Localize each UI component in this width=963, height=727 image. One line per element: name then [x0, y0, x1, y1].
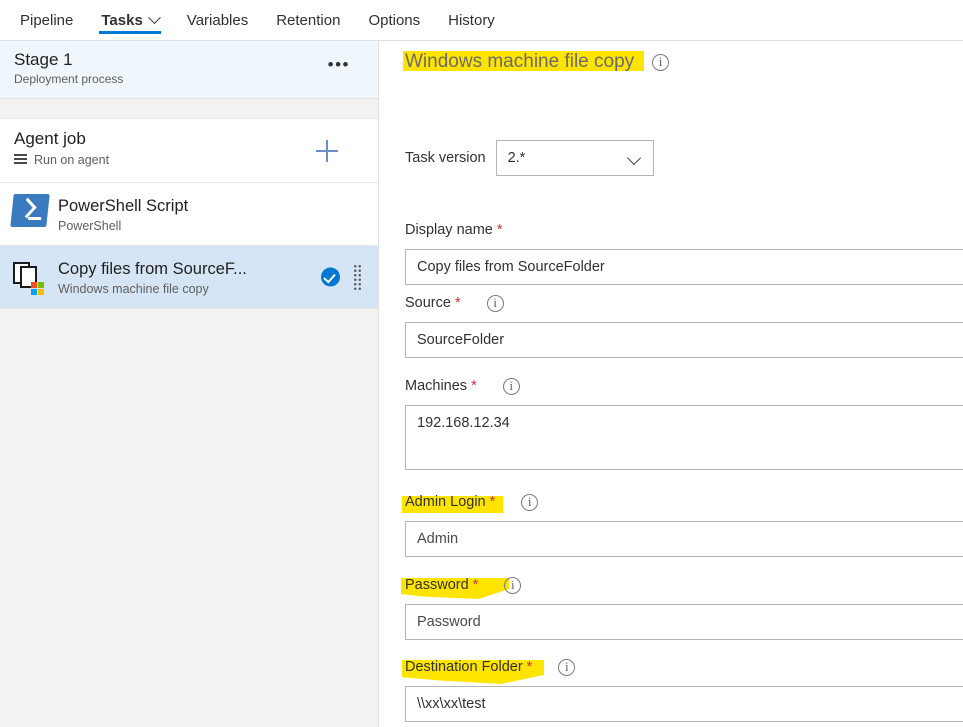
info-icon[interactable] [486, 294, 504, 312]
required-asterisk: * [471, 378, 477, 394]
display-name-input[interactable]: Copy files from SourceFolder [405, 249, 963, 285]
task-enabled-check-icon[interactable] [321, 267, 340, 287]
stage-more-menu-icon[interactable]: ••• [328, 56, 350, 73]
tab-pipeline[interactable]: Pipeline [6, 0, 87, 40]
chevron-down-icon [147, 10, 161, 24]
tab-retention[interactable]: Retention [262, 0, 354, 40]
field-label: Admin Login * [402, 494, 503, 513]
field-label: Display name * [405, 222, 503, 238]
agent-job-subtitle: Run on agent [34, 153, 110, 167]
field-label: Destination Folder * [402, 659, 544, 684]
tab-tasks-label: Tasks [101, 11, 143, 29]
sidebar-spacer [0, 99, 378, 119]
required-asterisk: * [489, 494, 496, 510]
required-asterisk: * [526, 659, 533, 675]
server-icon [14, 154, 27, 166]
task-detail-header: Windows machine file copy [403, 49, 670, 75]
task-subtitle: PowerShell [58, 218, 122, 233]
tab-variables[interactable]: Variables [173, 0, 262, 40]
tab-tasks[interactable]: Tasks [87, 0, 172, 40]
stage-subtitle: Deployment process [14, 72, 124, 86]
field-label-text: Destination Folder [405, 659, 523, 675]
admin-login-input[interactable]: Admin [405, 521, 963, 557]
agent-job-subtitle-row: Run on agent [14, 153, 364, 167]
required-asterisk: * [454, 295, 461, 311]
tab-options[interactable]: Options [354, 0, 434, 40]
add-task-button[interactable] [316, 140, 338, 162]
field-label-text: Machines [405, 378, 468, 394]
windows-file-copy-icon [10, 257, 50, 297]
field-label: Password * [401, 577, 509, 599]
destination-folder-input[interactable]: \\xx\xx\test [405, 686, 963, 722]
tab-pipeline-label: Pipeline [20, 11, 74, 29]
source-input[interactable]: SourceFolder [405, 322, 963, 358]
task-row-powershell-script[interactable]: PowerShell Script PowerShell [0, 183, 378, 246]
info-icon[interactable] [558, 658, 576, 676]
page-title-text: Windows machine file copy [405, 51, 635, 72]
field-label-text: Display name [405, 222, 493, 238]
field-admin-login: Admin Login* Admin [402, 491, 963, 557]
field-machines: Machines* 192.168.12.34 [405, 375, 963, 470]
password-input[interactable]: Password [405, 604, 963, 640]
task-name: PowerShell Script [58, 196, 189, 215]
field-label-text: Password [405, 577, 469, 593]
machines-textarea[interactable]: 192.168.12.34 [405, 405, 963, 470]
task-detail-pane: Windows machine file copy Task version 2… [380, 41, 963, 727]
field-label-text: Source [405, 295, 451, 311]
top-tab-bar: Pipeline Tasks Variables Retention Optio… [0, 0, 963, 41]
field-destination-folder: Destination Folder* \\xx\xx\test [402, 656, 963, 722]
field-label: Source * [405, 295, 461, 311]
field-label: Machines * [405, 378, 477, 394]
stage-title: Stage 1 [14, 50, 73, 69]
tab-history-label: History [448, 11, 495, 29]
agent-job-title: Agent job [14, 129, 86, 148]
page-title: Windows machine file copy [403, 49, 644, 75]
tab-history[interactable]: History [434, 0, 509, 40]
task-row-copy-files[interactable]: Copy files from SourceF... Windows machi… [0, 246, 378, 309]
required-asterisk: * [496, 222, 503, 238]
task-name: Copy files from SourceF... [58, 259, 247, 278]
stage-card[interactable]: Stage 1 Deployment process ••• [0, 41, 378, 99]
tab-options-label: Options [368, 11, 421, 29]
tab-retention-label: Retention [276, 11, 341, 29]
info-icon[interactable] [521, 493, 539, 511]
powershell-icon [10, 194, 50, 234]
task-version-label: Task version [405, 150, 486, 166]
tab-variables-label: Variables [186, 11, 249, 29]
chevron-down-icon [626, 150, 641, 166]
field-display-name: Display name * Copy files from SourceFold… [405, 219, 963, 285]
task-version-select[interactable]: 2.* [495, 140, 654, 176]
field-password: Password* Password [401, 574, 963, 640]
task-subtitle: Windows machine file copy [58, 281, 209, 296]
drag-handle-icon[interactable] [353, 264, 362, 290]
field-source: Source* SourceFolder [405, 292, 963, 358]
required-asterisk: * [472, 577, 479, 593]
info-icon[interactable] [502, 377, 520, 395]
info-icon[interactable] [652, 53, 670, 71]
task-version-value: 2.* [507, 150, 526, 166]
info-icon[interactable] [504, 576, 522, 594]
task-version-row: Task version 2.* [405, 140, 654, 176]
agent-job-card[interactable]: Agent job Run on agent [0, 119, 378, 183]
pipeline-tasks-sidebar: Stage 1 Deployment process ••• Agent job… [0, 41, 379, 727]
field-label-text: Admin Login [405, 494, 486, 510]
